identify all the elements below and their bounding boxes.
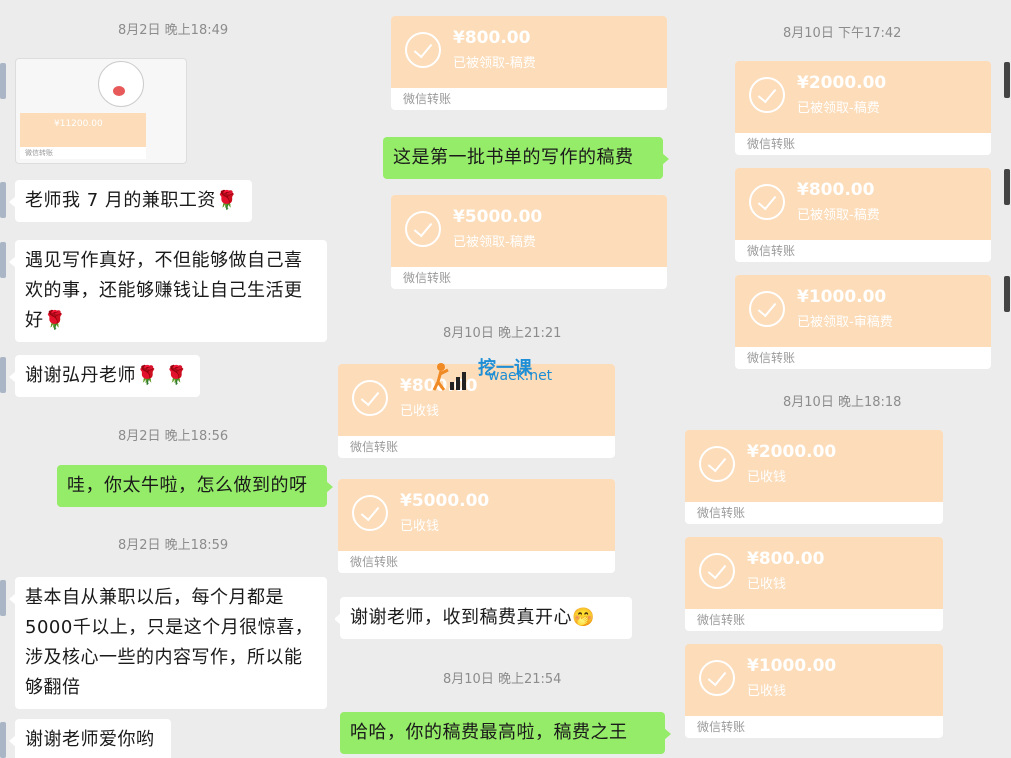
image-message[interactable]: ¥11200.00 微信转账 — [15, 58, 187, 164]
message-bubble[interactable]: 遇见写作真好，不但能够做自己喜欢的事，还能够赚钱让自己生活更好🌹 — [9, 240, 327, 342]
watermark-logo-icon — [432, 362, 468, 392]
message-bubble[interactable]: 老师我 7 月的兼职工资🌹 — [9, 180, 252, 222]
transfer-label: 微信转账 — [350, 555, 399, 569]
sticker-icon — [98, 61, 144, 107]
transfer-card[interactable]: ¥800.00 已被领取-稿费 微信转账 — [391, 16, 667, 110]
transfer-card[interactable]: ¥800.00 已被领取-稿费 微信转账 — [735, 168, 991, 262]
check-circle-icon — [749, 77, 785, 113]
transfer-label: 微信转账 — [697, 720, 746, 734]
message-bubble[interactable]: 基本自从兼职以后，每个月都是5000千以上，只是这个月很惊喜，涉及核心一些的内容… — [9, 577, 327, 709]
transfer-card[interactable]: ¥2000.00 已被领取-稿费 微信转账 — [735, 61, 991, 155]
message-bubble-sent[interactable]: 这是第一批书单的写作的稿费 — [383, 137, 669, 179]
transfer-amount: ¥5000.00 — [400, 491, 490, 511]
transfer-card[interactable]: ¥5000.00 已被领取-稿费 微信转账 — [391, 195, 667, 289]
transfer-amount: ¥800.00 — [453, 28, 531, 48]
timestamp: 8月2日 晚上18:56 — [118, 429, 229, 444]
timestamp: 8月2日 晚上18:49 — [118, 23, 229, 38]
transfer-label: 微信转账 — [403, 271, 452, 285]
transfer-card[interactable]: ¥5000.00 已收钱 微信转账 — [338, 479, 615, 573]
timestamp: 8月10日 晚上18:18 — [783, 395, 902, 410]
transfer-amount: ¥2000.00 — [747, 442, 837, 462]
transfer-status: 已收钱 — [747, 470, 787, 485]
message-bubble[interactable]: 谢谢老师爱你哟 — [9, 719, 171, 758]
transfer-label: 微信转账 — [747, 137, 796, 151]
transfer-status: 已收钱 — [747, 577, 787, 592]
avatar[interactable] — [0, 580, 6, 616]
check-circle-icon — [352, 495, 388, 531]
mini-amount: ¥11200.00 — [54, 119, 103, 129]
avatar[interactable] — [1004, 62, 1010, 98]
mini-label: 微信转账 — [25, 149, 53, 157]
transfer-label: 微信转账 — [403, 92, 452, 106]
transfer-status: 已被领取-稿费 — [797, 101, 880, 116]
transfer-amount: ¥2000.00 — [797, 73, 887, 93]
timestamp: 8月10日 下午17:42 — [783, 26, 902, 41]
transfer-amount: ¥800.00 — [747, 549, 825, 569]
transfer-status: 已被领取-稿费 — [797, 208, 880, 223]
mini-transfer-card: ¥11200.00 微信转账 — [20, 113, 146, 159]
check-circle-icon — [352, 380, 388, 416]
transfer-label: 微信转账 — [697, 506, 746, 520]
transfer-card[interactable]: ¥800.00 已收钱 微信转账 — [685, 537, 943, 631]
message-bubble-sent[interactable]: 哇，你太牛啦，怎么做到的呀 — [57, 465, 333, 507]
message-bubble[interactable]: 谢谢弘丹老师🌹 🌹 — [9, 355, 200, 397]
message-bubble-sent[interactable]: 哈哈，你的稿费最高啦，稿费之王 — [340, 712, 671, 754]
transfer-status: 已收钱 — [400, 404, 440, 419]
timestamp: 8月2日 晚上18:59 — [118, 538, 229, 553]
timestamp: 8月10日 晚上21:21 — [443, 326, 562, 341]
transfer-card[interactable]: ¥1000.00 已收钱 微信转账 — [685, 644, 943, 738]
check-circle-icon — [749, 184, 785, 220]
transfer-label: 微信转账 — [350, 440, 399, 454]
message-bubble[interactable]: 谢谢老师，收到稿费真开心🤭 — [335, 597, 632, 639]
avatar[interactable] — [0, 242, 6, 278]
chat-column-3: 8月10日 下午17:42 ¥2000.00 已被领取-稿费 微信转账 ¥800… — [675, 0, 1011, 758]
check-circle-icon — [699, 553, 735, 589]
avatar[interactable] — [0, 722, 6, 758]
transfer-status: 已收钱 — [400, 519, 440, 534]
transfer-amount: ¥1000.00 — [747, 656, 837, 676]
watermark: 挖一课 waek.net — [428, 352, 568, 398]
transfer-label: 微信转账 — [747, 351, 796, 365]
check-circle-icon — [699, 660, 735, 696]
transfer-amount: ¥800.00 — [797, 180, 875, 200]
transfer-status: 已被领取-稿费 — [453, 235, 536, 250]
watermark-subtitle: waek.net — [488, 368, 553, 384]
transfer-label: 微信转账 — [697, 613, 746, 627]
check-circle-icon — [699, 446, 735, 482]
transfer-card[interactable]: ¥2000.00 已收钱 微信转账 — [685, 430, 943, 524]
transfer-status: 已被领取-稿费 — [453, 56, 536, 71]
avatar[interactable] — [0, 63, 6, 99]
transfer-status: 已被领取-审稿费 — [797, 315, 893, 330]
chat-column-1: 8月2日 晚上18:49 ¥11200.00 微信转账 老师我 7 月的兼职工资… — [0, 0, 335, 758]
avatar[interactable] — [0, 182, 6, 218]
transfer-label: 微信转账 — [747, 244, 796, 258]
transfer-status: 已收钱 — [747, 684, 787, 699]
avatar[interactable] — [0, 357, 6, 393]
check-circle-icon — [405, 32, 441, 68]
transfer-amount: ¥5000.00 — [453, 207, 543, 227]
transfer-amount: ¥1000.00 — [797, 287, 887, 307]
check-circle-icon — [405, 211, 441, 247]
avatar[interactable] — [1004, 169, 1010, 205]
avatar[interactable] — [1004, 276, 1010, 312]
transfer-card[interactable]: ¥1000.00 已被领取-审稿费 微信转账 — [735, 275, 991, 369]
check-circle-icon — [749, 291, 785, 327]
timestamp: 8月10日 晚上21:54 — [443, 672, 562, 687]
